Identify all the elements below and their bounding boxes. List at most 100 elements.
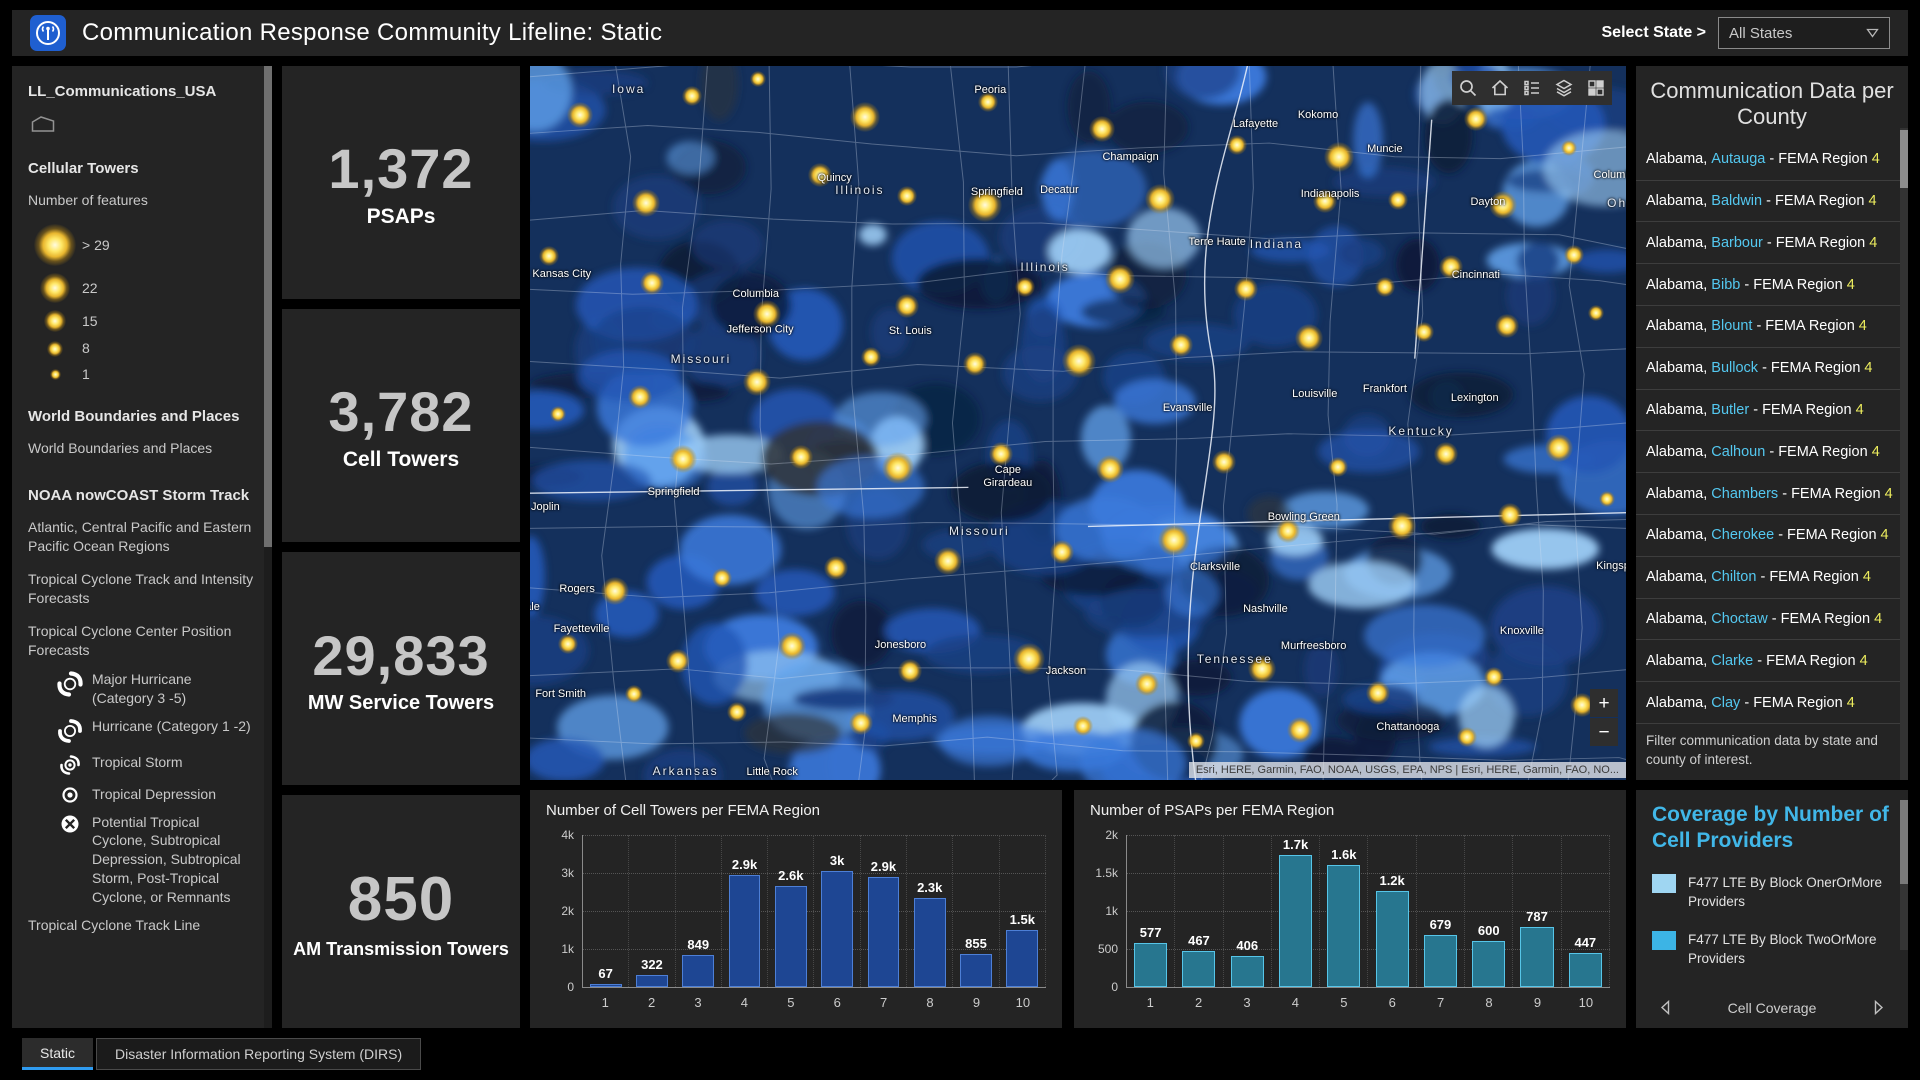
county-row[interactable]: Alabama, Bibb - FEMA Region 4: [1636, 264, 1900, 306]
bar[interactable]: 577: [1134, 943, 1167, 987]
broadcast-tower-icon: [30, 15, 66, 51]
legend-icon[interactable]: [1516, 71, 1548, 105]
fema-region-number: 4: [1860, 653, 1868, 669]
bar[interactable]: 322: [636, 975, 668, 987]
coverage-footer-label: Cell Coverage: [1728, 1000, 1817, 1016]
bar[interactable]: 787: [1520, 927, 1553, 987]
zoom-out-button[interactable]: −: [1590, 718, 1618, 746]
bar[interactable]: 467: [1182, 951, 1215, 987]
chart-bar-slot: 467: [1175, 835, 1223, 987]
bar[interactable]: 2.9k: [868, 877, 900, 987]
home-icon[interactable]: [1484, 71, 1516, 105]
map-city-label: Peoria: [974, 84, 1006, 96]
coverage-swatch: [1652, 931, 1676, 950]
legend-symbol-row: 1: [28, 365, 254, 384]
map-state-label: Kentucky: [1388, 424, 1453, 438]
basemap-icon[interactable]: [1580, 71, 1612, 105]
x-tick-label: 7: [860, 995, 906, 1010]
y-tick-label: 4k: [561, 828, 574, 842]
tab-disaster-information-reporting-system-di[interactable]: Disaster Information Reporting System (D…: [96, 1038, 421, 1070]
fema-region-label: - FEMA Region: [1749, 402, 1855, 418]
chart-bars-area: 577 467 406 1.7k 1.6k 1.2k 679 600 787 447: [1126, 835, 1610, 988]
chart-plot: 2k1.5k1k50005774674061.7k1.6k1.2k6796007…: [1090, 835, 1610, 988]
state-dropdown[interactable]: All States: [1718, 17, 1890, 49]
county-row[interactable]: Alabama, Cherokee - FEMA Region 4: [1636, 515, 1900, 557]
chart-bar-slot: 67: [583, 835, 629, 987]
county-row[interactable]: Alabama, Butler - FEMA Region 4: [1636, 390, 1900, 432]
bar[interactable]: 1.7k: [1279, 855, 1312, 987]
county-name: Autauga: [1711, 151, 1765, 167]
bar[interactable]: 1.2k: [1376, 891, 1409, 987]
bar[interactable]: 679: [1424, 935, 1457, 987]
county-row[interactable]: Alabama, Choctaw - FEMA Region 4: [1636, 599, 1900, 641]
bar[interactable]: 855: [960, 954, 992, 987]
map-city-label: Kokomo: [1298, 109, 1338, 121]
number-of-features-label: Number of features: [28, 191, 254, 210]
map-city-label: Kansas City: [532, 268, 591, 280]
coverage-scrollbar[interactable]: [1900, 800, 1908, 950]
county-row[interactable]: Alabama, Clay - FEMA Region 4: [1636, 682, 1900, 724]
bar-value-label: 600: [1478, 923, 1500, 938]
bar[interactable]: 67: [590, 984, 622, 987]
right-arrow-icon[interactable]: [1867, 999, 1890, 1016]
bar[interactable]: 2.3k: [914, 898, 946, 987]
chevron-down-icon: [1866, 25, 1879, 42]
county-row[interactable]: Alabama, Chambers - FEMA Region 4: [1636, 473, 1900, 515]
bar[interactable]: 1.6k: [1327, 865, 1360, 987]
map-city-label: Springfield: [648, 486, 700, 498]
chart-bar-slot: 3k: [814, 835, 860, 987]
bar-value-label: 322: [641, 957, 663, 972]
bar-value-label: 1.6k: [1331, 847, 1356, 862]
fema-region-number: 4: [1872, 151, 1880, 167]
bar[interactable]: 1.5k: [1006, 930, 1038, 987]
chart-bar-slot: 447: [1562, 835, 1610, 987]
search-icon[interactable]: [1452, 71, 1484, 105]
county-list-scrollbar[interactable]: [1900, 128, 1908, 780]
zoom-in-button[interactable]: +: [1590, 689, 1618, 717]
county-row[interactable]: Alabama, Bullock - FEMA Region 4: [1636, 348, 1900, 390]
tropical-depression-icon: [56, 785, 83, 804]
county-row[interactable]: Alabama, Autauga - FEMA Region 4: [1636, 139, 1900, 181]
polygon-icon: [30, 114, 254, 139]
chart-x-axis: 12345678910: [582, 995, 1046, 1010]
fema-region-label: - FEMA Region: [1740, 277, 1846, 293]
chart-title: Number of PSAPs per FEMA Region: [1090, 802, 1610, 819]
bar[interactable]: 447: [1569, 953, 1602, 987]
stat-card-am-transmission-towers: 850AM Transmission Towers: [282, 795, 520, 1028]
map[interactable]: IowaPeoriaKokomoLafayetteMuncieChampaign…: [530, 66, 1626, 780]
chart-cell-towers-per-fema-region: Number of Cell Towers per FEMA Region4k3…: [530, 790, 1062, 1028]
bar[interactable]: 406: [1231, 956, 1264, 987]
bar-value-label: 447: [1574, 935, 1596, 950]
legend-symbol-row: 15: [28, 310, 254, 332]
world-boundaries-title: World Boundaries and Places: [28, 407, 254, 427]
left-arrow-icon[interactable]: [1654, 999, 1677, 1016]
legend-scrollbar[interactable]: [264, 66, 272, 1028]
bottom-tabs: StaticDisaster Information Reporting Sys…: [12, 1038, 1908, 1070]
bar[interactable]: 849: [682, 955, 714, 987]
zoom-controls: + −: [1590, 689, 1618, 746]
chart-bar-slot: 679: [1417, 835, 1465, 987]
fema-region-label: - FEMA Region: [1762, 193, 1868, 209]
map-city-label: Knoxville: [1500, 625, 1544, 637]
map-city-label: Indianapolis: [1301, 188, 1360, 200]
county-row[interactable]: Alabama, Blount - FEMA Region 4: [1636, 306, 1900, 348]
fema-region-number: 4: [1864, 360, 1872, 376]
tab-static[interactable]: Static: [22, 1038, 93, 1070]
bar[interactable]: 2.9k: [729, 875, 761, 987]
map-city-label: Lafayette: [1233, 118, 1278, 130]
bar[interactable]: 3k: [821, 871, 853, 987]
map-city-label: Muncie: [1367, 143, 1402, 155]
county-row[interactable]: Alabama, Chilton - FEMA Region 4: [1636, 557, 1900, 599]
county-row[interactable]: Alabama, Barbour - FEMA Region 4: [1636, 222, 1900, 264]
bar[interactable]: 600: [1472, 941, 1505, 987]
county-row[interactable]: Alabama, Calhoun - FEMA Region 4: [1636, 431, 1900, 473]
layers-icon[interactable]: [1548, 71, 1580, 105]
county-row[interactable]: Alabama, Baldwin - FEMA Region 4: [1636, 181, 1900, 223]
legend-group-title: LL_Communications_USA: [28, 82, 254, 102]
bar[interactable]: 2.6k: [775, 886, 807, 987]
county-state-label: Alabama,: [1646, 193, 1711, 209]
hurricane-icon: [56, 717, 83, 744]
tower-glow-symbol: [50, 369, 61, 380]
fema-region-label: - FEMA Region: [1774, 527, 1880, 543]
county-row[interactable]: Alabama, Clarke - FEMA Region 4: [1636, 640, 1900, 682]
